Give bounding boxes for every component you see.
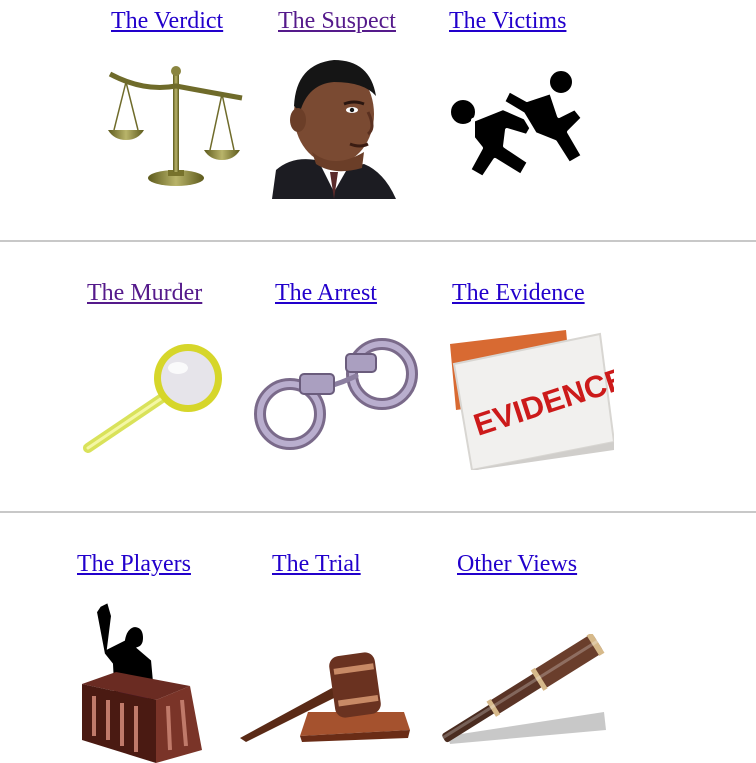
- scales-of-justice-icon[interactable]: [104, 64, 246, 188]
- link-the-trial[interactable]: The Trial: [272, 550, 361, 578]
- link-the-arrest[interactable]: The Arrest: [275, 279, 377, 307]
- suspect-portrait-icon[interactable]: [272, 52, 396, 199]
- link-the-evidence[interactable]: The Evidence: [452, 279, 585, 307]
- link-the-murder[interactable]: The Murder: [87, 279, 202, 307]
- chalk-outline-icon[interactable]: [443, 60, 591, 190]
- section-divider: [0, 511, 756, 513]
- link-the-suspect[interactable]: The Suspect: [278, 7, 396, 35]
- page: The Verdict The Suspect The Victims The …: [0, 0, 756, 763]
- link-the-players[interactable]: The Players: [77, 550, 191, 578]
- link-the-verdict[interactable]: The Verdict: [111, 7, 223, 35]
- section-divider: [0, 240, 756, 242]
- magnifying-glass-icon[interactable]: [80, 338, 228, 458]
- link-other-views[interactable]: Other Views: [457, 550, 577, 578]
- gavel-icon[interactable]: [236, 646, 410, 742]
- spyglass-icon[interactable]: [436, 634, 612, 746]
- link-the-victims[interactable]: The Victims: [449, 7, 566, 35]
- witness-stand-icon[interactable]: [78, 600, 206, 763]
- evidence-card-icon[interactable]: EVIDENCE: [450, 330, 614, 470]
- handcuffs-icon[interactable]: [250, 332, 422, 460]
